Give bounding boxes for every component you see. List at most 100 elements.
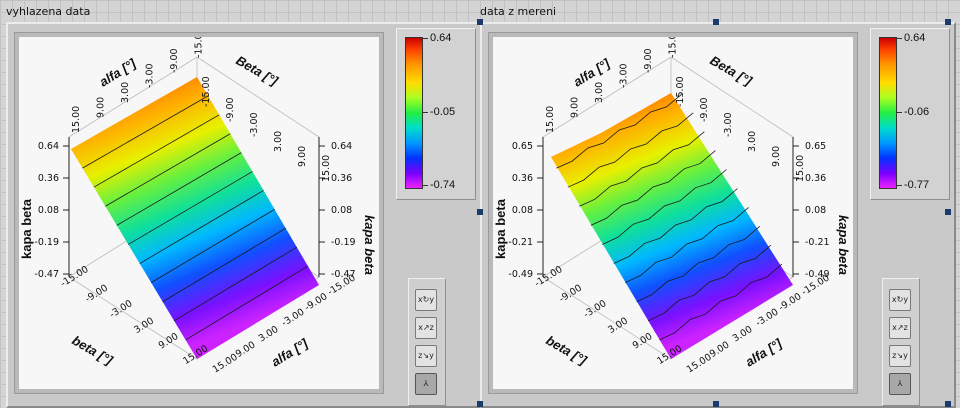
graph-caption: data z mereni [480,5,557,18]
beta-back-tick-label: -15.00 [675,76,686,107]
beta-front-title: beta [°] [70,333,116,368]
alfa-back-tick-label: -15.00 [194,37,205,58]
alfa-front-tick-label: -9.00 [777,291,804,313]
alfa-front-tick-label: -9.00 [303,291,330,313]
alfa-front-tick-label: -3.00 [280,307,307,329]
alfa-back-tick-label: 15.00 [71,106,82,133]
alfa-back-tick-label: 15.00 [545,106,556,133]
color-scale-panel: 0.64 -0.05 -0.74 [396,28,476,200]
reset-view-button[interactable]: ⅄ [889,373,911,395]
z-tick-label-right: -0.19 [331,237,356,248]
plot-area[interactable]: 0.64 0.64 0.36 0.36 0.08 0.08 -0.19 -0.19 -0.47-… [19,37,379,389]
alfa-front-title: alfa [°] [743,335,785,369]
surface-mesh [71,77,319,359]
rotate-xy-button[interactable]: x↻y [415,289,437,311]
kapa-left-title: kapa beta [19,198,34,259]
color-scale-bar [405,37,423,189]
resize-handle[interactable] [945,19,951,25]
alfa-back-tick-label: -9.00 [643,48,654,73]
rotate-zy-button[interactable]: z↘y [415,345,437,367]
beta-back-tick-label: -3.00 [723,112,734,137]
alfa-front-tick-label: 15.00 [211,352,240,376]
resize-handle[interactable] [713,19,719,25]
plot-well: 0.64 0.64 0.36 0.36 0.08 0.08 -0.19 -0.19 -0.47-… [14,32,384,394]
beta-front-tick-label: -9.00 [83,283,110,305]
alfa-back-title: alfa [°] [97,55,139,89]
alfa-back-tick-label: 9.00 [570,97,581,118]
beta-back-tick-label: 15.00 [321,155,332,182]
alfa-back-tick-label: -3.00 [145,63,156,88]
scale-min-label: -0.74 [430,179,456,191]
scale-max-label: 0.64 [904,32,926,44]
plot-area[interactable]: 0.65 0.65 0.36 0.36 0.08 0.08 -0.21 -0.21 -0.49-… [493,37,853,389]
alfa-front-tick-label: 3.00 [731,324,755,345]
z-tick-label-right: -0.21 [805,237,830,248]
z-tick-label-left: 0.36 [38,173,59,184]
surface-3d-plot[interactable]: 0.64 0.640.36 0.360.08 0.08-0.19 -0.19-0.47-… [19,37,379,389]
rotate-zy-button[interactable]: z↘y [889,345,911,367]
alfa-back-title: alfa [°] [571,55,613,89]
alfa-back-tick-label: 3.00 [120,82,131,103]
z-tick-label-right: 0.36 [331,173,352,184]
beta-front-tick-label: 9.00 [157,331,181,352]
beta-back-tick-label: 3.00 [747,131,758,152]
z-tick-label-left: 0.64 [38,141,59,152]
kapa-right-title: kapa beta [836,215,851,275]
resize-handle[interactable] [945,209,951,215]
alfa-back-tick-label: 9.00 [96,97,107,118]
z-tick-label-left: -0.49 [508,269,533,280]
resize-handle[interactable] [477,209,483,215]
resize-handle[interactable] [713,401,719,407]
graph-tools-palette: x↻y x↗z z↘y ⅄ [408,278,446,406]
beta-front-tick-label: -3.00 [582,298,609,320]
resize-handle[interactable] [945,401,951,407]
z-tick-label-left: -0.19 [34,237,59,248]
scale-max-label: 0.64 [430,32,452,44]
beta-front-tick-label: -3.00 [108,298,135,320]
reset-view-button[interactable]: ⅄ [415,373,437,395]
z-tick-label-left: 0.36 [512,173,533,184]
graph-caption: vyhlazena data [6,5,91,18]
beta-back-tick-label: -9.00 [225,97,236,122]
color-scale-panel: 0.64 -0.06 -0.77 [870,28,950,200]
beta-back-tick-label: -15.00 [201,76,212,107]
alfa-back-tick-label: -9.00 [169,48,180,73]
beta-front-tick-label: -15.00 [59,264,91,290]
beta-back-tick-label: 9.00 [771,146,782,167]
beta-back-title: Beta [°] [234,53,282,89]
alfa-back-tick-label: -15.00 [668,37,679,58]
z-tick-label-right: 0.08 [331,205,352,216]
z-tick-label-left: 0.08 [512,205,533,216]
rotate-xy-button[interactable]: x↻y [889,289,911,311]
scale-mid-label: -0.05 [430,106,456,118]
z-tick-label-left: 0.08 [38,205,59,216]
rotate-xz-button[interactable]: x↗z [415,317,437,339]
z-tick-label-right: 0.65 [805,141,826,152]
kapa-left-title: kapa beta [493,198,508,259]
scale-mid-label: -0.06 [904,106,930,118]
beta-back-tick-label: 15.00 [795,155,806,182]
z-tick-label-left: -0.21 [508,237,533,248]
beta-back-tick-label: -3.00 [249,112,260,137]
graph-panel-measured[interactable]: 0.65 0.65 0.36 0.36 0.08 0.08 -0.21 -0.21 -0.49-… [480,22,956,408]
z-tick-label-right: 0.64 [331,141,352,152]
resize-handle[interactable] [477,401,483,407]
beta-back-title: Beta [°] [708,53,756,89]
rotate-xz-button[interactable]: x↗z [889,317,911,339]
plot-well: 0.65 0.65 0.36 0.36 0.08 0.08 -0.21 -0.21 -0.49-… [488,32,858,394]
scale-min-label: -0.77 [904,179,930,191]
kapa-right-title: kapa beta [362,215,377,275]
graph-tools-palette: x↻y x↗z z↘y ⅄ [882,278,920,406]
beta-back-tick-label: -9.00 [699,97,710,122]
beta-front-tick-label: 3.00 [606,316,630,337]
alfa-front-title: alfa [°] [269,335,311,369]
z-tick-label-left: -0.47 [34,269,59,280]
resize-handle[interactable] [477,19,483,25]
alfa-back-tick-label: 3.00 [594,82,605,103]
graph-panel-smoothed[interactable]: 0.64 0.64 0.36 0.36 0.08 0.08 -0.19 -0.19 -0.47-… [6,22,482,408]
alfa-front-tick-label: -3.00 [754,307,781,329]
surface-3d-plot[interactable]: 0.65 0.650.36 0.360.08 0.08-0.21 -0.21-0.49-… [493,37,853,389]
beta-front-tick-label: 9.00 [631,331,655,352]
beta-front-tick-label: -15.00 [533,264,565,290]
beta-back-tick-label: 9.00 [297,146,308,167]
